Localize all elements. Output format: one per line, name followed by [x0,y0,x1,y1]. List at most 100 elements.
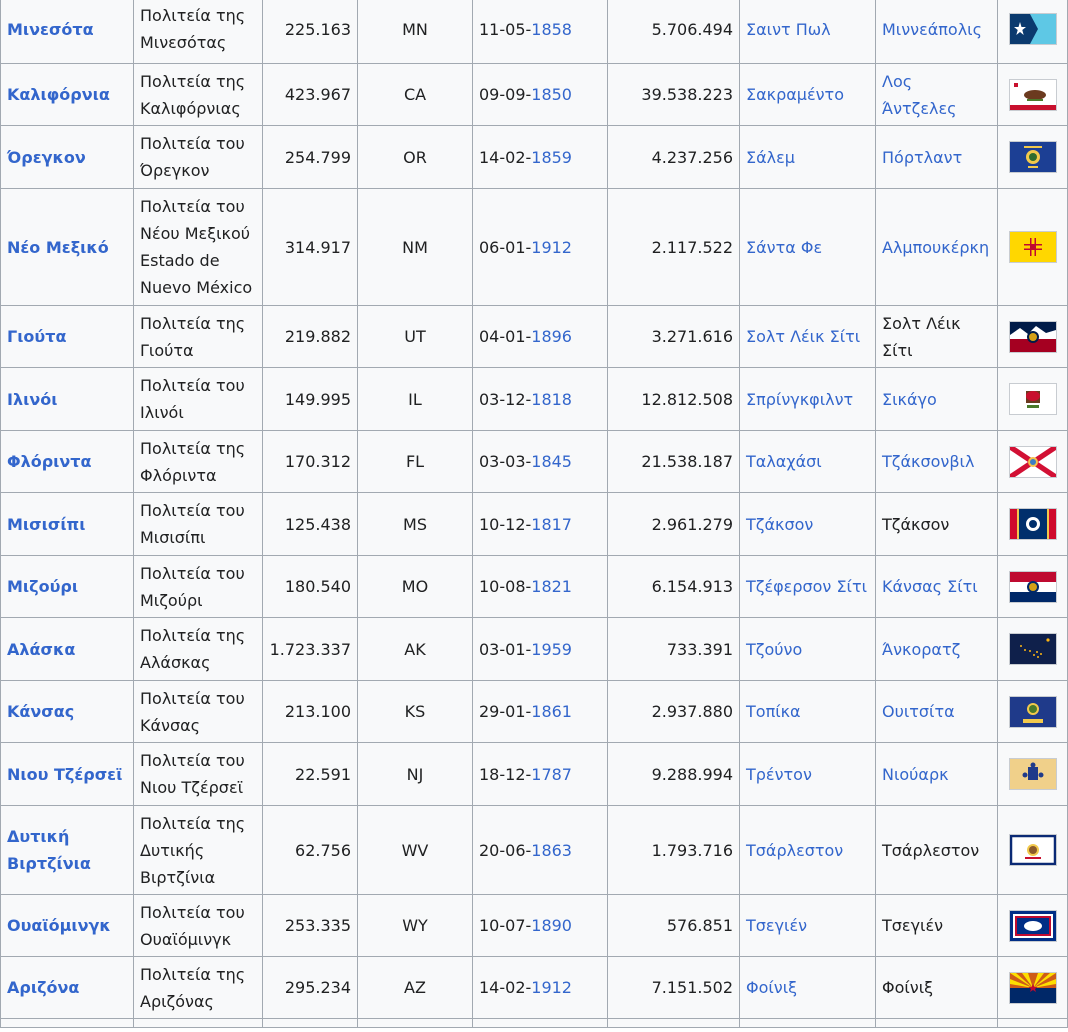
largest-city-link[interactable]: Αλμπουκέρκη [882,238,989,257]
state-name-link[interactable]: Νέο Μεξικό [0,188,134,306]
new-mexico-flag-icon[interactable] [1008,231,1057,263]
admission-year-link[interactable]: 1859 [531,148,572,167]
table-row: Γιούτα Πολιτεία της Γιούτα 219.882 UT 04-01-1… [0,305,1068,368]
abbreviation-cell: MS [357,492,473,556]
kansas-flag-icon[interactable] [1008,695,1057,728]
admission-year-link[interactable]: 1787 [531,765,572,784]
admission-year-link[interactable]: 1896 [531,327,572,346]
minnesota-flag-icon[interactable] [1008,13,1057,45]
admission-year-link[interactable]: 1890 [531,916,572,935]
capital-link[interactable]: Τρέντον [746,765,812,784]
table-row [0,1018,1068,1028]
largest-city-link[interactable]: Ουιτσίτα [882,702,955,721]
admission-year-link[interactable]: 1850 [531,85,572,104]
admission-year-link[interactable]: 1863 [531,841,572,860]
largest-city-link[interactable]: Νιούαρκ [882,765,949,784]
largest-city-link[interactable]: Τζάκσονβιλ [882,452,974,471]
capital-link[interactable]: Σάλεμ [746,148,795,167]
admission-year-link[interactable]: 1818 [531,390,572,409]
arizona-flag-icon[interactable] [1008,971,1057,1004]
admission-year-link[interactable]: 1959 [531,640,572,659]
largest-city-link[interactable]: Μιννεάπολις [882,20,982,39]
capital-cell: Τσάρλεστον [739,805,876,895]
official-name-cell: Πολιτεία της Καλιφόρνιας [133,63,263,126]
oregon-flag-icon[interactable] [1008,141,1057,173]
official-name-cell: Πολιτεία της Αριζόνας [133,956,263,1019]
florida-flag-icon[interactable] [1008,445,1057,478]
state-name-link[interactable]: Ουαϊόμινγκ [0,894,134,957]
table-row: Νέο Μεξικό Πολιτεία του Νέου Μεξικού Estado… [0,188,1068,306]
utah-flag-icon[interactable] [1008,320,1057,353]
capital-link[interactable]: Τσεγιέν [746,916,807,935]
admission-year-link[interactable]: 1821 [531,577,572,596]
state-name-link[interactable]: Κάνσας [0,680,134,743]
state-name-link[interactable]: Νιου Τζέρσεϊ [0,742,134,806]
mississippi-flag-icon[interactable] [1008,508,1057,540]
flag-cell [997,492,1068,556]
capital-link[interactable]: Τζούνο [746,640,802,659]
official-name-line: Πολιτεία του [140,902,245,922]
admission-year-link[interactable]: 1861 [531,702,572,721]
flag-cell [997,125,1068,189]
admission-date-cell: 10-07-1890 [472,894,608,957]
state-name-link[interactable]: Μιζούρι [0,555,134,618]
area-cell: 125.438 [262,492,358,556]
illinois-flag-icon[interactable] [1008,383,1057,415]
capital-link[interactable]: Σάντα Φε [746,238,822,257]
population-cell: 4.237.256 [607,125,740,189]
state-name-link[interactable]: Γιούτα [0,305,134,368]
capital-cell: Τζέφερσον Σίτι [739,555,876,618]
capital-link[interactable]: Σακραμέντο [746,85,844,104]
largest-city-link[interactable]: Σικάγο [882,390,937,409]
official-name-cell: Πολιτεία του Κάνσας [133,680,263,743]
admission-year-link[interactable]: 1817 [531,515,572,534]
alaska-flag-icon[interactable] [1008,633,1057,665]
capital-link[interactable]: Τοπίκα [746,702,801,721]
admission-year-link[interactable]: 1858 [531,20,572,39]
largest-city-text: Τσεγιέν [882,916,944,935]
official-name-line: Πολιτεία της [140,6,246,25]
wyoming-flag-icon[interactable] [1008,909,1057,942]
state-name-link[interactable]: Αλάσκα [0,617,134,681]
flag-cell [997,617,1068,681]
largest-city-link[interactable]: Κάνσας Σίτι [882,577,978,596]
admission-year-link[interactable]: 1845 [531,452,572,471]
state-name-link[interactable]: Φλόριντα [0,430,134,493]
empty-cell [133,1018,263,1028]
population-cell: 12.812.508 [607,367,740,431]
table-row: Μινεσότα Πολιτεία της Μινεσότας 225.163 MN 11… [0,0,1068,64]
capital-link[interactable]: Σπρίνγκφιλντ [746,390,853,409]
state-name-link[interactable]: Καλιφόρνια [0,63,134,126]
capital-link[interactable]: Τζέφερσον Σίτι [746,577,867,596]
state-name-link[interactable]: Ιλινόι [0,367,134,431]
admission-year-link[interactable]: 1912 [531,238,572,257]
california-flag-icon[interactable] [1008,78,1057,111]
state-name-link[interactable]: Μινεσότα [0,0,134,64]
capital-link[interactable]: Τζάκσον [746,515,813,534]
state-name-link[interactable]: Αριζόνα [0,956,134,1019]
west-virginia-flag-icon[interactable] [1008,834,1057,866]
capital-link[interactable]: Ταλαχάσι [746,452,822,471]
state-name-link[interactable]: Δυτική Βιρτζίνια [0,805,134,895]
largest-city-link[interactable]: Λος Άντζελες [882,72,957,118]
abbreviation-cell: WV [357,805,473,895]
official-name-cell: Πολιτεία του Μισισίπι [133,492,263,556]
capital-link[interactable]: Τσάρλεστον [746,841,843,860]
largest-city-link[interactable]: Άνκορατζ [882,640,960,659]
state-name-link[interactable]: Όρεγκον [0,125,134,189]
flag-cell [997,367,1068,431]
capital-link[interactable]: Σολτ Λέικ Σίτι [746,327,860,346]
official-name-line: Πολιτεία του [140,376,245,395]
capital-link[interactable]: Σαιντ Πωλ [746,20,831,39]
capital-link[interactable]: Φοίνιξ [746,978,797,997]
admission-year-link[interactable]: 1912 [531,978,572,997]
admission-date-cell: 11-05-1858 [472,0,608,64]
largest-city-cell: Φοίνιξ [875,956,998,1019]
new-jersey-flag-icon[interactable] [1008,758,1057,790]
largest-city-link[interactable]: Πόρτλαντ [882,148,962,167]
official-name-cell: Πολιτεία της Αλάσκας [133,617,263,681]
missouri-flag-icon[interactable] [1008,570,1057,603]
state-name-link[interactable]: Μισισίπι [0,492,134,556]
admission-day-month: 10-12- [479,514,532,534]
abbreviation-cell: NM [357,188,473,306]
